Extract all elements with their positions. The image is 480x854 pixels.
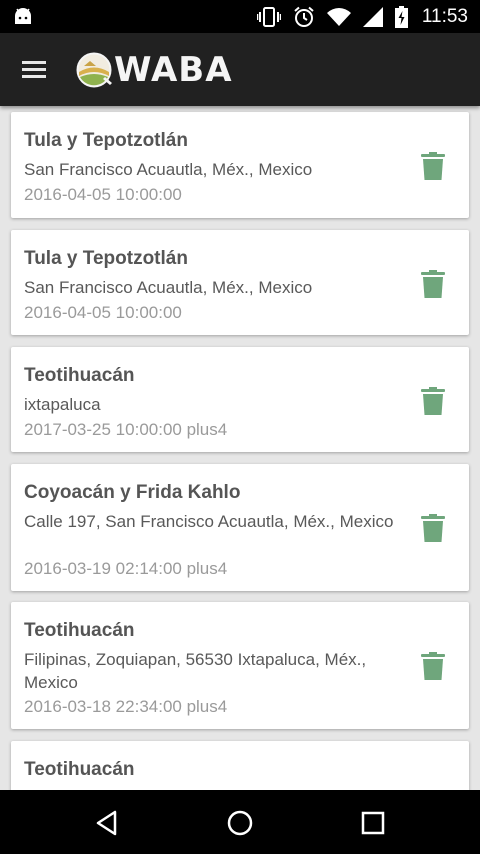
trash-icon[interactable]: [421, 387, 445, 415]
trip-title: Tula y Tepotzotlán: [24, 248, 188, 269]
app-bar: WABA: [0, 33, 480, 106]
logo-wordmark: WABA: [114, 50, 233, 90]
status-bar: 11:53: [0, 0, 480, 33]
alarm-icon: [294, 6, 314, 27]
battery-icon: [394, 5, 408, 28]
signal-icon: [362, 6, 383, 27]
trash-icon[interactable]: [421, 152, 445, 180]
trip-title: Teotihuacán: [24, 759, 135, 780]
trip-title: Teotihuacán: [24, 620, 135, 641]
trip-date: 2016-03-18 22:34:00 plus4: [24, 697, 228, 716]
navigation-bar: [0, 790, 480, 854]
trip-address: San Francisco Acuautla, Méx., Mexico: [24, 160, 313, 179]
trip-card[interactable]: Teotihuacán: [11, 741, 469, 790]
trip-date: 2016-03-19 02:14:00 plus4: [24, 559, 228, 578]
app-logo: WABA: [76, 50, 233, 90]
trip-address: San Francisco Acuautla, Méx., Mexico: [24, 278, 313, 297]
android-icon: [15, 8, 31, 24]
trip-list[interactable]: Tula y Tepotzotlán San Francisco Acuautl…: [0, 106, 480, 790]
recents-icon[interactable]: [357, 807, 389, 839]
trip-date: 2016-04-05 10:00:00: [24, 185, 182, 204]
trip-address: Filipinas, Zoquiapan, 56530 Ixtapaluca, …: [24, 650, 367, 692]
trip-title: Teotihuacán: [24, 365, 135, 386]
trip-address: Calle 197, San Francisco Acuautla, Méx.,…: [24, 512, 394, 531]
trip-date: 2017-03-25 10:00:00 plus4: [24, 420, 228, 439]
vibrate-icon: [256, 6, 281, 27]
trip-date: 2016-04-05 10:00:00: [24, 303, 182, 322]
wifi-icon: [326, 7, 351, 26]
trip-title: Coyoacán y Frida Kahlo: [24, 482, 241, 503]
back-icon[interactable]: [91, 807, 123, 839]
trip-title: Tula y Tepotzotlán: [24, 130, 188, 151]
trash-icon[interactable]: [421, 652, 445, 680]
hamburger-menu-icon[interactable]: [20, 55, 54, 83]
trash-icon[interactable]: [421, 514, 445, 542]
trip-card[interactable]: Teotihuacán Filipinas, Zoquiapan, 56530 …: [11, 602, 469, 729]
clock: 11:53: [421, 5, 468, 27]
trip-card[interactable]: Tula y Tepotzotlán San Francisco Acuautl…: [11, 112, 469, 218]
home-icon[interactable]: [224, 807, 256, 839]
trip-card[interactable]: Teotihuacán ixtapaluca 2017-03-25 10:00:…: [11, 347, 469, 452]
trash-icon[interactable]: [421, 270, 445, 298]
trip-card[interactable]: Coyoacán y Frida Kahlo Calle 197, San Fr…: [11, 464, 469, 591]
logo-emblem-icon: [76, 52, 112, 88]
trip-card[interactable]: Tula y Tepotzotlán San Francisco Acuautl…: [11, 230, 469, 335]
trip-address: ixtapaluca: [24, 395, 101, 414]
